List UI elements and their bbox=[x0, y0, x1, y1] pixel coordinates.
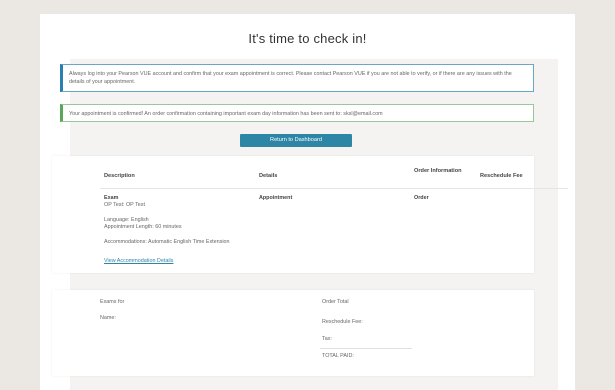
order-summary-card: Exams for Name: Order Total Reschedule F… bbox=[52, 290, 534, 376]
appointment-length: Appointment Length: 60 minutes bbox=[104, 224, 182, 230]
order-value: Order bbox=[414, 195, 429, 201]
details-value: Appointment bbox=[259, 195, 293, 201]
accommodations: Accommodations: Automatic English Time E… bbox=[104, 239, 230, 245]
success-alert: Your appointment is confirmed! An order … bbox=[60, 104, 534, 122]
exams-for-label: Exams for bbox=[100, 299, 125, 305]
exam-language: Language: English bbox=[104, 217, 149, 223]
summary-divider bbox=[320, 348, 412, 349]
header-details: Details bbox=[259, 173, 278, 179]
table-header-divider bbox=[100, 188, 568, 189]
order-total-label: Order Total bbox=[322, 299, 349, 305]
header-order-information: Order Information bbox=[414, 168, 462, 174]
name-label: Name: bbox=[100, 315, 116, 321]
return-to-dashboard-button[interactable]: Return to Dashboard bbox=[240, 134, 352, 147]
header-reschedule-fee: Reschedule Fee bbox=[480, 173, 523, 179]
header-description: Description bbox=[104, 173, 135, 179]
exam-name: OP Test: OP Test bbox=[104, 202, 145, 208]
success-alert-text: Your appointment is confirmed! An order … bbox=[69, 111, 383, 117]
page-title: It's time to check in! bbox=[248, 31, 367, 46]
tax-label: Tax: bbox=[322, 336, 332, 342]
info-alert-text: Always log into your Pearson VUE account… bbox=[69, 71, 512, 85]
appointment-card: Description Details Order Information Re… bbox=[52, 156, 568, 273]
item-label: Exam bbox=[104, 195, 119, 201]
total-paid-label: TOTAL PAID: bbox=[322, 353, 354, 359]
reschedule-fee-label: Reschedule Fee: bbox=[322, 319, 363, 325]
view-accommodation-details-link[interactable]: View Accommodation Details bbox=[104, 258, 173, 265]
info-alert: Always log into your Pearson VUE account… bbox=[60, 64, 534, 92]
